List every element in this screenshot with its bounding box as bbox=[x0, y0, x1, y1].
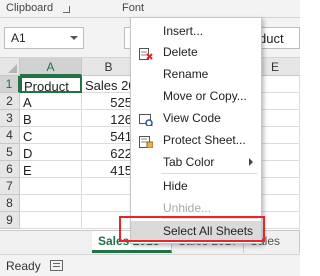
cell-a2[interactable]: A bbox=[20, 93, 82, 110]
menu-item-view-code[interactable]: View Code bbox=[131, 108, 261, 128]
row-header-1[interactable]: 1 bbox=[0, 76, 20, 93]
menu-item-tab-color[interactable]: Tab Color bbox=[131, 152, 261, 172]
menu-item-label: Tab Color bbox=[163, 155, 215, 169]
ribbon-group-labels: Clipboard Font bbox=[0, 0, 300, 18]
row-header-5[interactable]: 5 bbox=[0, 144, 20, 161]
status-bar: Ready bbox=[0, 254, 300, 276]
menu-item-label: Insert... bbox=[163, 24, 204, 38]
cell-b4[interactable]: 541 bbox=[82, 127, 136, 144]
cell-a6[interactable]: E bbox=[20, 161, 82, 178]
menu-item-move-or-copy[interactable]: Move or Copy... bbox=[131, 86, 261, 106]
row-header-6[interactable]: 6 bbox=[0, 161, 20, 178]
row-header-3[interactable]: 3 bbox=[0, 110, 20, 127]
cell-a3[interactable]: B bbox=[20, 110, 82, 127]
row-header-4[interactable]: 4 bbox=[0, 127, 20, 144]
formula-text: duct bbox=[259, 31, 284, 46]
menu-item-label: Hide bbox=[163, 179, 188, 193]
cell-b5[interactable]: 622 bbox=[82, 144, 136, 161]
highlight-box bbox=[119, 216, 265, 242]
cell-b6[interactable]: 415 bbox=[82, 161, 136, 178]
cell-a7[interactable] bbox=[20, 178, 82, 195]
cell-b1[interactable]: Sales 201 bbox=[82, 76, 136, 93]
menu-item-label: Delete bbox=[163, 45, 198, 59]
row-header-2[interactable]: 2 bbox=[0, 93, 20, 110]
menu-item-label: Rename bbox=[163, 67, 209, 81]
menu-item-label: Protect Sheet... bbox=[163, 133, 246, 147]
clipboard-group-label: Clipboard bbox=[6, 2, 54, 14]
select-all-corner[interactable] bbox=[0, 58, 20, 76]
menu-item-unhide: Unhide... bbox=[131, 198, 261, 218]
chevron-right-icon bbox=[249, 158, 253, 166]
sheet-tab-context-menu: Insert... Delete Rename Move or Copy... View… bbox=[130, 17, 262, 244]
cell-a5[interactable]: D bbox=[20, 144, 82, 161]
column-header-b[interactable]: B bbox=[82, 58, 136, 76]
menu-item-label: View Code bbox=[163, 111, 221, 125]
column-header-a[interactable]: A bbox=[20, 58, 82, 76]
protect-sheet-icon bbox=[139, 134, 154, 149]
accessibility-icon[interactable] bbox=[50, 260, 63, 271]
cell-a9[interactable] bbox=[20, 212, 82, 229]
cell-b2[interactable]: 525 bbox=[82, 93, 136, 110]
clipboard-launcher-icon[interactable] bbox=[63, 6, 70, 13]
font-group-label: Font bbox=[122, 2, 145, 14]
cell-a8[interactable] bbox=[20, 195, 82, 212]
menu-item-protect-sheet[interactable]: Protect Sheet... bbox=[131, 130, 261, 150]
name-box-value: A1 bbox=[11, 31, 26, 45]
cell-a1[interactable]: Product bbox=[20, 76, 82, 93]
menu-item-label: Unhide... bbox=[163, 201, 212, 215]
delete-sheet-icon bbox=[139, 46, 153, 60]
cell-b3[interactable]: 126 bbox=[82, 110, 136, 127]
menu-item-insert[interactable]: Insert... bbox=[131, 21, 261, 41]
name-box[interactable]: A1 bbox=[4, 27, 84, 49]
chevron-down-icon[interactable] bbox=[70, 36, 78, 40]
menu-item-label: Move or Copy... bbox=[163, 89, 247, 103]
menu-separator bbox=[161, 173, 257, 174]
cell-a4[interactable]: C bbox=[20, 127, 82, 144]
view-code-icon bbox=[139, 112, 154, 128]
menu-item-delete[interactable]: Delete bbox=[131, 42, 261, 62]
cell-b8[interactable] bbox=[82, 195, 136, 212]
menu-item-hide[interactable]: Hide bbox=[131, 176, 261, 196]
row-header-8[interactable]: 8 bbox=[0, 195, 20, 212]
row-header-9[interactable]: 9 bbox=[0, 212, 20, 229]
row-header-7[interactable]: 7 bbox=[0, 178, 20, 195]
status-text: Ready bbox=[6, 259, 41, 273]
menu-item-rename[interactable]: Rename bbox=[131, 64, 261, 84]
cell-b7[interactable] bbox=[82, 178, 136, 195]
select-all-triangle-icon bbox=[8, 64, 17, 73]
